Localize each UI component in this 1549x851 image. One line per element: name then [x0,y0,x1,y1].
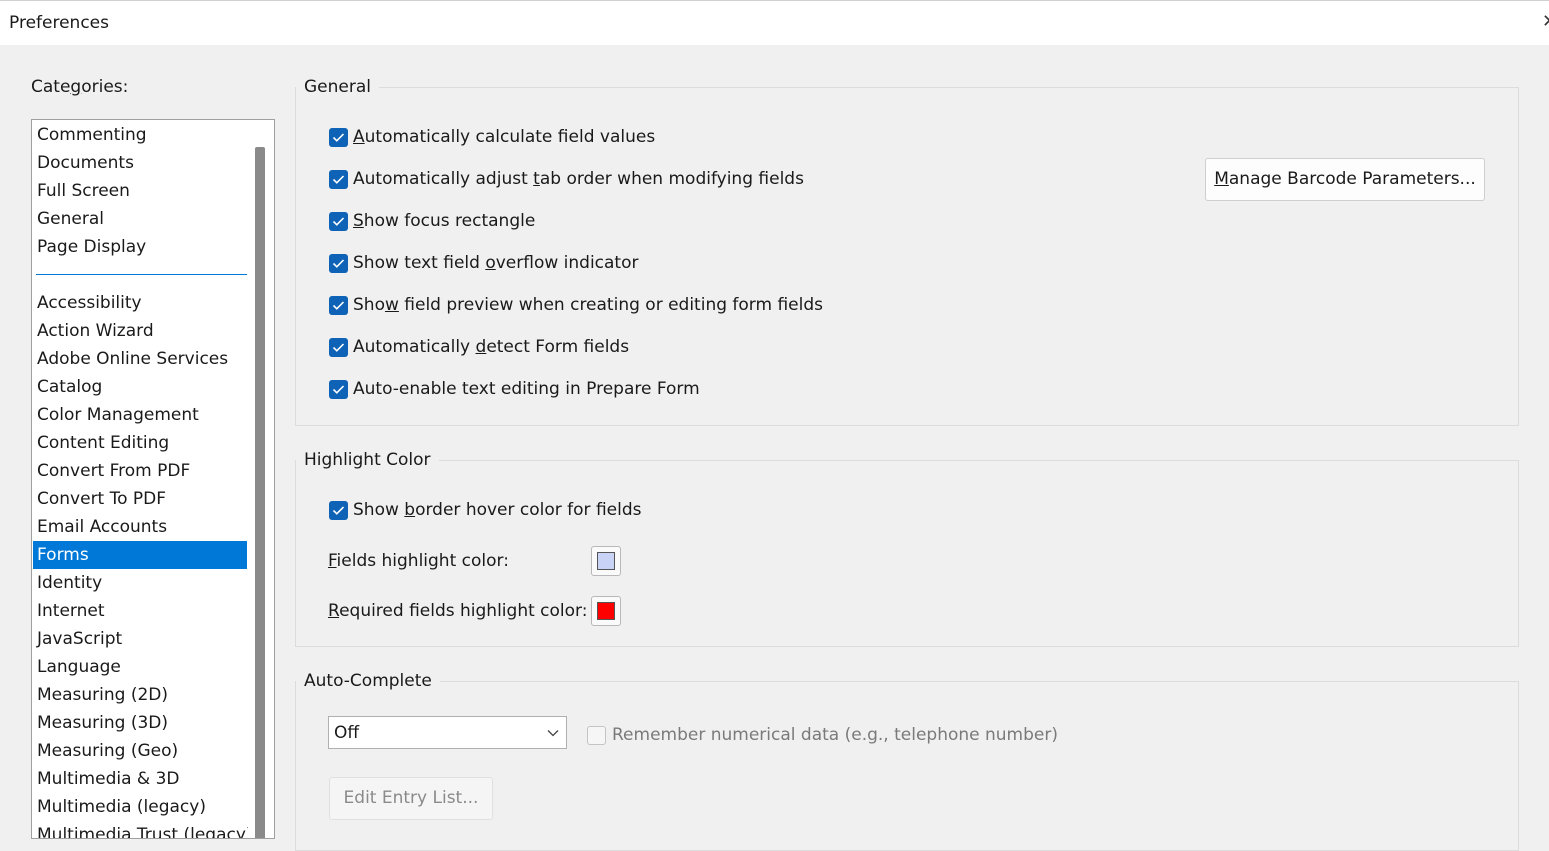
general-option-checkbox[interactable] [329,212,348,231]
category-item-page-display[interactable]: Page Display [33,233,247,261]
general-option-label[interactable]: Show field preview when creating or edit… [353,295,823,315]
close-icon[interactable]: ✕ [1542,11,1549,32]
category-item-general[interactable]: General [33,205,247,233]
general-option-checkbox[interactable] [329,338,348,357]
category-item-forms[interactable]: Forms [33,541,247,569]
categories-list[interactable]: Commenting Documents Full Screen General Pag… [31,119,275,839]
checkmark-icon [332,175,345,184]
auto-complete-mode-select[interactable]: Off [328,716,567,749]
show-border-hover-label[interactable]: Show border hover color for fields [353,500,641,520]
auto-complete-group [295,681,1519,851]
required-fields-highlight-color-picker[interactable] [591,596,621,626]
category-item-accessibility[interactable]: Accessibility [33,289,247,317]
remember-numerical-data-label[interactable]: Remember numerical data (e.g., telephone… [612,725,1058,745]
category-item-color-management[interactable]: Color Management [33,401,247,429]
checkmark-icon [332,217,345,226]
checkmark-icon [332,343,345,352]
category-item-full-screen[interactable]: Full Screen [33,177,247,205]
show-border-hover-checkbox[interactable] [329,501,348,520]
category-item-action-wizard[interactable]: Action Wizard [33,317,247,345]
category-item-adobe-online-services[interactable]: Adobe Online Services [33,345,247,373]
category-item-email-accounts[interactable]: Email Accounts [33,513,247,541]
category-item-multimedia-3d[interactable]: Multimedia & 3D [33,765,247,793]
category-item-measuring-2d-[interactable]: Measuring (2D) [33,681,247,709]
category-item-commenting[interactable]: Commenting [33,121,247,149]
category-item-catalog[interactable]: Catalog [33,373,247,401]
checkmark-icon [332,506,345,515]
categories-separator [36,274,247,275]
checkmark-icon [332,385,345,394]
general-option-label[interactable]: Automatically adjust tab order when modi… [353,169,804,189]
category-item-identity[interactable]: Identity [33,569,247,597]
checkmark-icon [332,133,345,142]
category-item-content-editing[interactable]: Content Editing [33,429,247,457]
general-group-title: General [296,77,379,97]
category-item-multimedia-legacy-[interactable]: Multimedia (legacy) [33,793,247,821]
highlight-color-group-title: Highlight Color [296,450,439,470]
checkmark-icon [332,259,345,268]
general-option-label[interactable]: Automatically calculate field values [353,127,655,147]
category-item-measuring-geo-[interactable]: Measuring (Geo) [33,737,247,765]
remember-numerical-data-checkbox[interactable] [587,726,606,745]
category-item-convert-from-pdf[interactable]: Convert From PDF [33,457,247,485]
title-bar: Preferences ✕ [0,0,1549,45]
category-item-convert-to-pdf[interactable]: Convert To PDF [33,485,247,513]
category-item-multimedia-trust-legacy-[interactable]: Multimedia Trust (legacy) [33,821,253,838]
fields-highlight-color-label: Fields highlight color: [328,551,509,571]
edit-entry-list-button[interactable]: Edit Entry List... [329,777,493,820]
required-fields-highlight-color-swatch [597,602,615,620]
general-option-label[interactable]: Show focus rectangle [353,211,535,231]
required-fields-highlight-color-label: Required fields highlight color: [328,601,588,621]
category-item-measuring-3d-[interactable]: Measuring (3D) [33,709,247,737]
categories-label: Categories: [31,77,129,97]
category-item-language[interactable]: Language [33,653,247,681]
auto-complete-mode-value: Off [334,723,360,743]
categories-scrollbar-thumb[interactable] [255,147,265,838]
window-title: Preferences [9,13,109,33]
general-option-label[interactable]: Show text field overflow indicator [353,253,639,273]
checkmark-icon [332,301,345,310]
category-item-javascript[interactable]: JavaScript [33,625,247,653]
general-option-label[interactable]: Automatically detect Form fields [353,337,629,357]
category-item-internet[interactable]: Internet [33,597,247,625]
general-option-checkbox[interactable] [329,296,348,315]
category-item-documents[interactable]: Documents [33,149,247,177]
auto-complete-group-title: Auto-Complete [296,671,440,691]
general-option-checkbox[interactable] [329,380,348,399]
general-option-checkbox[interactable] [329,128,348,147]
general-option-label[interactable]: Auto-enable text editing in Prepare Form [353,379,700,399]
chevron-down-icon [547,730,559,737]
manage-barcode-parameters-button[interactable]: Manage Barcode Parameters... [1205,158,1485,201]
general-option-checkbox[interactable] [329,254,348,273]
fields-highlight-color-picker[interactable] [591,546,621,576]
fields-highlight-color-swatch [597,552,615,570]
general-option-checkbox[interactable] [329,170,348,189]
